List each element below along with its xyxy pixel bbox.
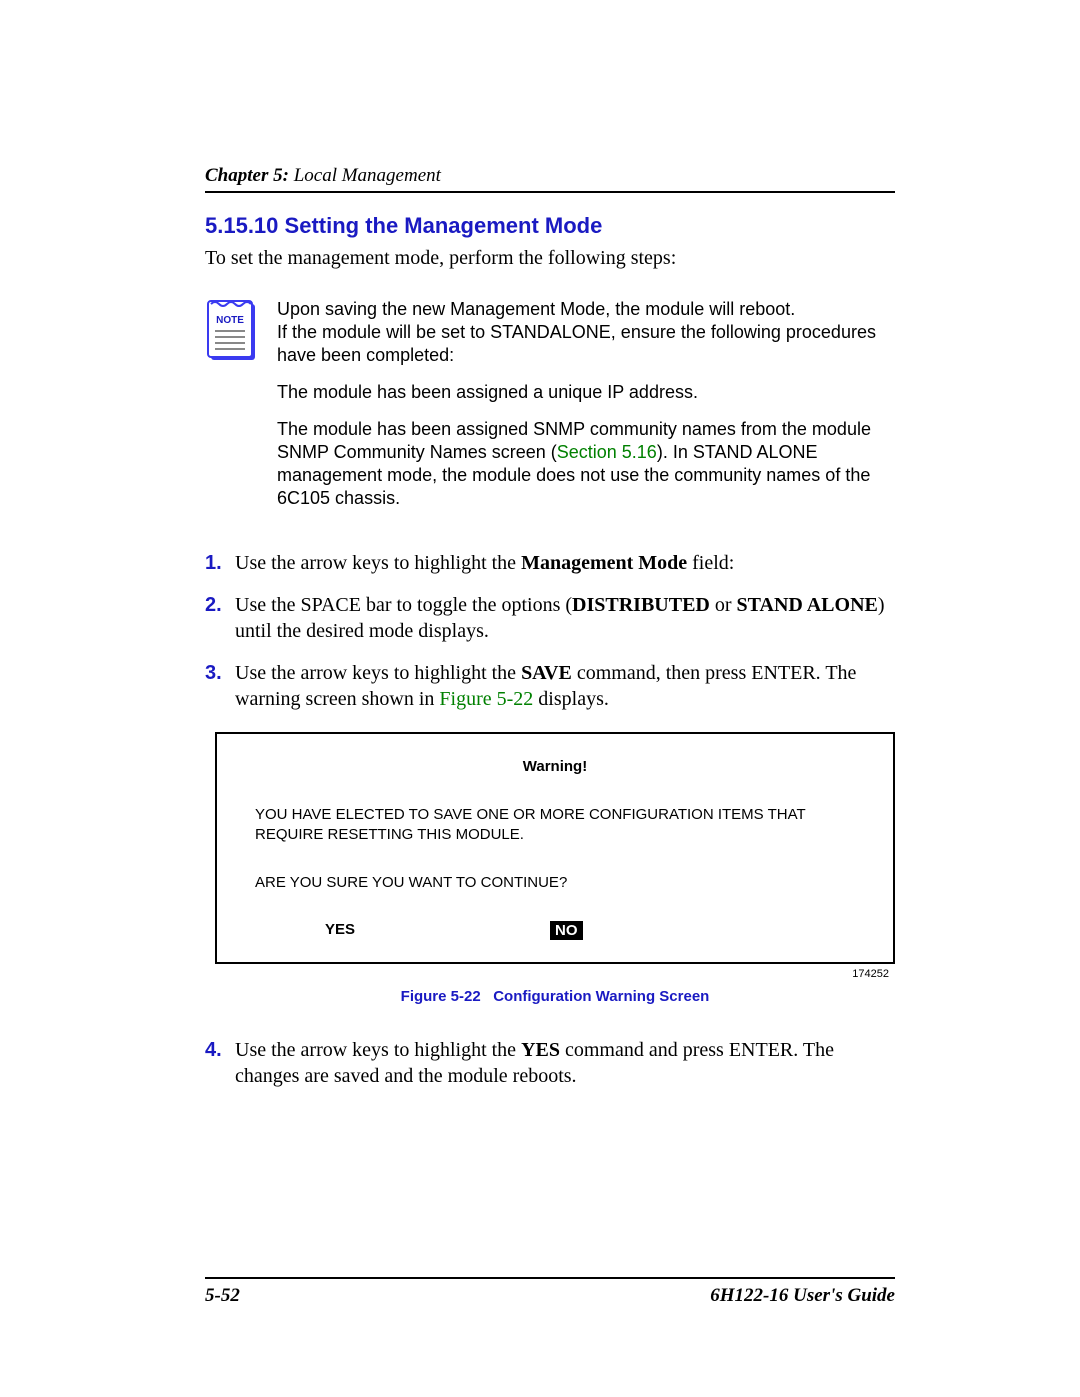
section-number: 5.15.10 (205, 213, 278, 238)
note-block: NOTE Upon saving the new Management Mode… (205, 298, 895, 524)
warning-title: Warning! (255, 758, 855, 775)
note-text: Upon saving the new Management Mode, the… (277, 298, 895, 524)
chapter-label: Chapter 5: Local Management (205, 165, 441, 186)
step-2: 2. Use the SPACE bar to toggle the optio… (205, 592, 895, 644)
chapter-prefix: Chapter 5: (205, 165, 289, 186)
yes-button[interactable]: YES (325, 921, 355, 940)
section-heading: 5.15.10 Setting the Management Mode (205, 213, 895, 239)
section-link[interactable]: Section 5.16 (557, 442, 657, 462)
step-1: 1. Use the arrow keys to highlight the M… (205, 550, 895, 576)
note-p3: The module has been assigned a unique IP… (277, 381, 895, 404)
step-number: 3. (205, 660, 235, 712)
no-button[interactable]: NO (550, 921, 583, 940)
warning-box: Warning! YOU HAVE ELECTED TO SAVE ONE OR… (215, 732, 895, 964)
guide-title: 6H122-16 User's Guide (710, 1285, 895, 1307)
step-body: Use the arrow keys to highlight the Mana… (235, 550, 895, 576)
section-title: Setting the Management Mode (285, 213, 603, 238)
figure: Warning! YOU HAVE ELECTED TO SAVE ONE OR… (215, 732, 895, 1005)
figure-link[interactable]: Figure 5-22 (439, 688, 533, 710)
step-number: 2. (205, 592, 235, 644)
figure-ref-id: 174252 (215, 968, 895, 980)
intro-text: To set the management mode, perform the … (205, 247, 895, 270)
page: Chapter 5: Local Management 5.15.10 Sett… (0, 0, 1080, 1397)
steps-list: 1. Use the arrow keys to highlight the M… (205, 550, 895, 712)
warning-question: ARE YOU SURE YOU WANT TO CONTINUE? (255, 874, 855, 891)
page-number: 5-52 (205, 1285, 240, 1307)
step-4: 4. Use the arrow keys to highlight the Y… (205, 1037, 895, 1089)
chapter-title: Local Management (289, 165, 441, 186)
step-body: Use the arrow keys to highlight the YES … (235, 1037, 895, 1089)
step-3: 3. Use the arrow keys to highlight the S… (205, 660, 895, 712)
step-number: 1. (205, 550, 235, 576)
page-header: Chapter 5: Local Management (205, 165, 895, 193)
page-footer: 5-52 6H122-16 User's Guide (205, 1277, 895, 1307)
step-number: 4. (205, 1037, 235, 1089)
note-p1: Upon saving the new Management Mode, the… (277, 298, 895, 367)
warning-message: YOU HAVE ELECTED TO SAVE ONE OR MORE CON… (255, 805, 855, 844)
step-body: Use the SPACE bar to toggle the options … (235, 592, 895, 644)
step-body: Use the arrow keys to highlight the SAVE… (235, 660, 895, 712)
note-icon: NOTE (205, 298, 259, 524)
note-p4: The module has been assigned SNMP commun… (277, 418, 895, 510)
warning-buttons: YES NO (255, 921, 855, 940)
note-label: NOTE (216, 315, 244, 326)
figure-caption: Figure 5-22 Configuration Warning Screen (215, 988, 895, 1005)
